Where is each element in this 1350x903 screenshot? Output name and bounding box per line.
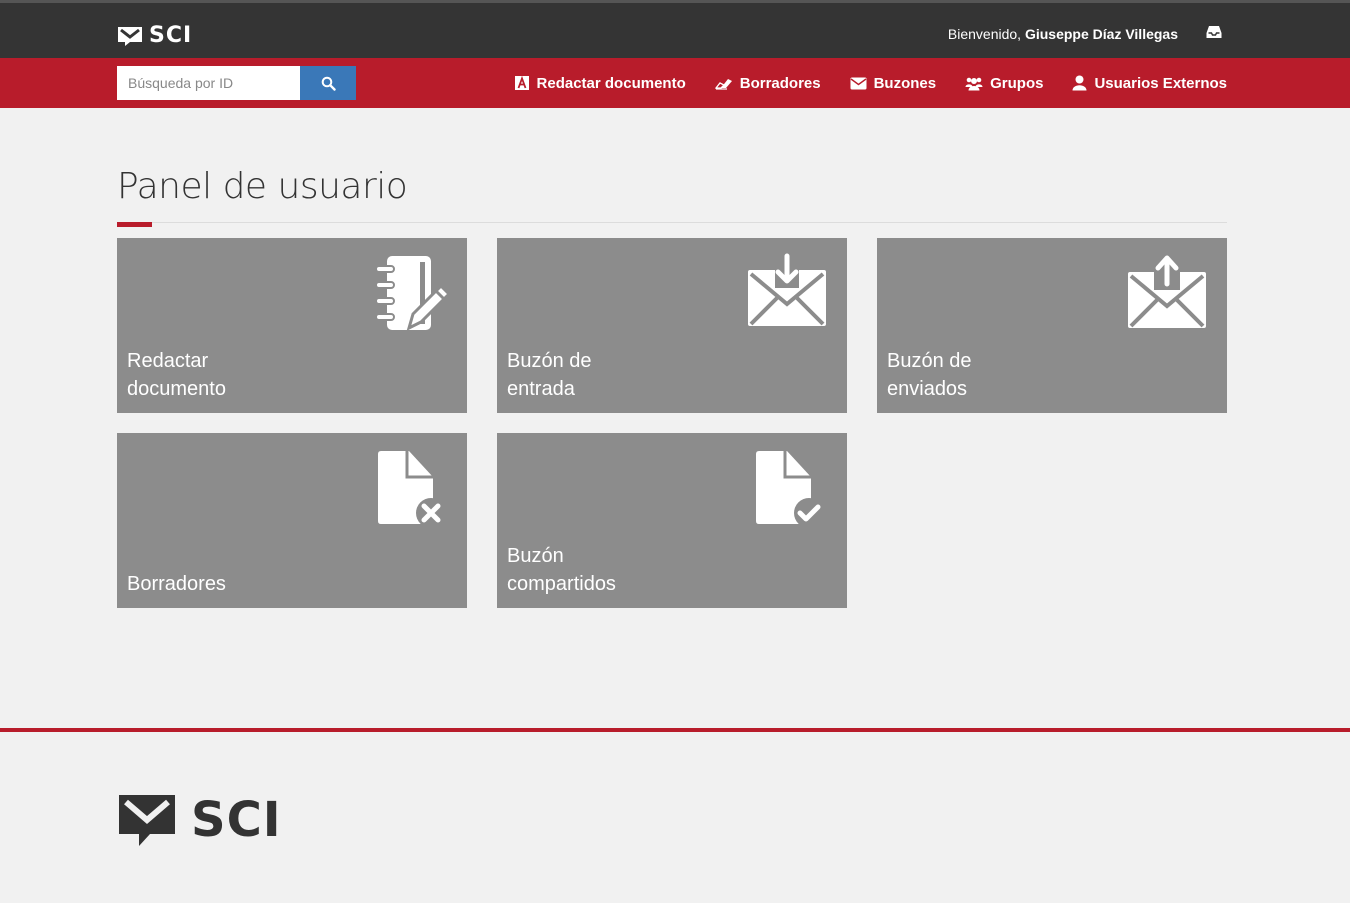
tile-label-line2: enviados bbox=[887, 378, 968, 400]
tile-label-line2: entrada bbox=[507, 378, 575, 400]
footer-logo: SCI bbox=[117, 792, 282, 848]
tile-label-line1: Buzón bbox=[507, 545, 564, 567]
tile-label-line2: Borradores bbox=[127, 573, 226, 595]
tile-label: Buzón de enviados bbox=[887, 347, 1087, 403]
brand-logo[interactable]: SCI bbox=[117, 23, 192, 48]
search-button[interactable] bbox=[300, 66, 356, 100]
tile-label: Buzón compartidos bbox=[507, 542, 707, 598]
nav-redactar-documento[interactable]: Redactar documento bbox=[514, 75, 686, 92]
tile-buzon-enviados[interactable]: Buzón de enviados bbox=[877, 238, 1227, 413]
tile-redactar-documento[interactable]: Redactar documento bbox=[117, 238, 467, 413]
tile-label-line1: Buzón de bbox=[507, 350, 592, 372]
users-group-icon bbox=[965, 77, 983, 90]
user-name[interactable]: Giuseppe Díaz Villegas bbox=[1025, 26, 1178, 42]
user-icon bbox=[1072, 75, 1087, 91]
footer-divider bbox=[0, 728, 1350, 732]
tile-buzon-compartidos[interactable]: Buzón compartidos bbox=[497, 433, 847, 608]
nav-link-label: Borradores bbox=[739, 74, 821, 92]
envelope-download-icon bbox=[748, 252, 826, 326]
document-a-icon bbox=[514, 75, 529, 90]
envelope-icon bbox=[850, 77, 867, 89]
nav-link-label: Redactar documento bbox=[536, 74, 686, 92]
title-accent-bar bbox=[117, 222, 152, 227]
page-title: Panel de usuario bbox=[117, 166, 408, 207]
eraser-icon bbox=[714, 79, 732, 90]
footer-brand-name: SCI bbox=[191, 792, 282, 848]
nav-bar: Redactar documento Borradores Buzones bbox=[0, 58, 1350, 108]
tile-borradores[interactable]: Borradores bbox=[117, 433, 467, 608]
nav-links: Redactar documento Borradores Buzones Gr… bbox=[514, 58, 1227, 108]
tile-buzon-entrada[interactable]: Buzón de entrada bbox=[497, 238, 847, 413]
sci-logo-icon bbox=[119, 795, 175, 846]
tile-label: Borradores bbox=[127, 570, 327, 598]
welcome-message: Bienvenido, Giuseppe Díaz Villegas bbox=[948, 26, 1178, 42]
title-divider bbox=[117, 222, 1227, 223]
sci-logo-icon bbox=[118, 26, 142, 46]
nav-grupos[interactable]: Grupos bbox=[965, 75, 1043, 92]
welcome-prefix: Bienvenido, bbox=[947, 26, 1022, 42]
tile-label-line1: Buzón de bbox=[887, 350, 972, 372]
envelope-upload-icon bbox=[1128, 252, 1206, 328]
nav-buzones[interactable]: Buzones bbox=[850, 74, 937, 92]
brand-name: SCI bbox=[149, 23, 193, 48]
top-bar: SCI Bienvenido, Giuseppe Díaz Villegas bbox=[0, 0, 1350, 58]
search-icon bbox=[321, 76, 336, 91]
tile-label: Redactar documento bbox=[127, 347, 327, 403]
nav-usuarios-externos[interactable]: Usuarios Externos bbox=[1072, 75, 1227, 92]
file-x-icon bbox=[378, 451, 446, 528]
tile-label-line2: documento bbox=[127, 378, 226, 400]
tile-label-line2: compartidos bbox=[507, 573, 616, 595]
nav-link-label: Grupos bbox=[990, 74, 1044, 92]
tile-label: Buzón de entrada bbox=[507, 347, 707, 403]
search-input[interactable] bbox=[117, 66, 300, 100]
nav-link-label: Usuarios Externos bbox=[1094, 74, 1227, 92]
nav-link-label: Buzones bbox=[873, 74, 937, 92]
notebook-pencil-icon bbox=[375, 256, 452, 331]
tile-label-line1: Redactar bbox=[127, 350, 209, 372]
nav-borradores[interactable]: Borradores bbox=[714, 74, 821, 92]
file-check-icon bbox=[756, 451, 824, 528]
inbox-icon[interactable] bbox=[1206, 25, 1222, 39]
